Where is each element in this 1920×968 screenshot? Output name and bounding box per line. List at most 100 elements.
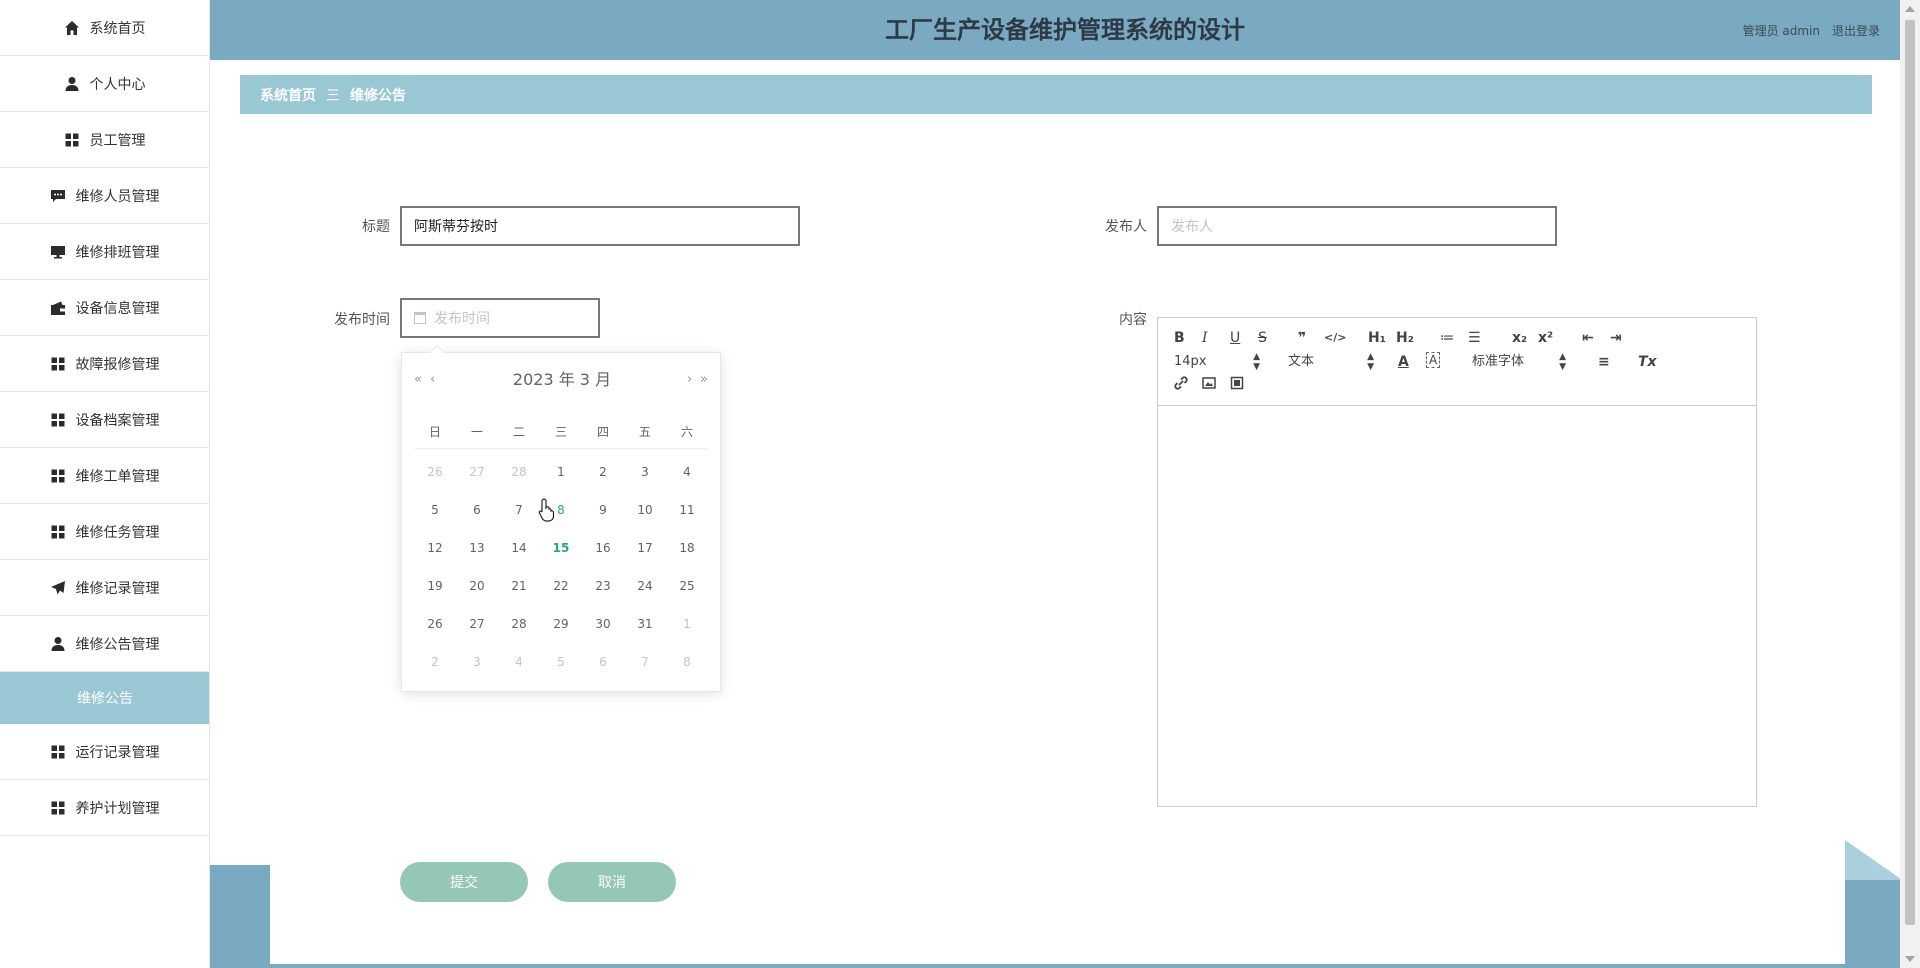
date-cell[interactable]: 25 xyxy=(666,567,708,605)
date-cell[interactable]: 4 xyxy=(498,643,540,681)
date-cell[interactable]: 2 xyxy=(582,453,624,491)
date-cell[interactable]: 21 xyxy=(498,567,540,605)
logout-link[interactable]: 退出登录 xyxy=(1832,22,1880,39)
sidebar-item-after-2[interactable]: 养护计划管理 xyxy=(0,780,209,836)
sidebar-subitem-active[interactable]: 维修公告 xyxy=(0,672,209,724)
time-input[interactable]: 发布时间 xyxy=(400,298,600,338)
header2-button[interactable]: H₂ xyxy=(1396,328,1414,348)
align-button[interactable]: ≡ xyxy=(1598,352,1610,372)
sidebar-item-7[interactable]: 故障报修管理 xyxy=(0,336,209,392)
date-cell[interactable]: 7 xyxy=(624,643,666,681)
sidebar-item-8[interactable]: 设备档案管理 xyxy=(0,392,209,448)
sidebar-item-9[interactable]: 维修工单管理 xyxy=(0,448,209,504)
sidebar-item-3[interactable]: 员工管理 xyxy=(0,112,209,168)
date-cell[interactable]: 2 xyxy=(414,643,456,681)
date-cell[interactable]: 22 xyxy=(540,567,582,605)
sidebar-item-2[interactable]: 个人中心 xyxy=(0,56,209,112)
date-cell[interactable]: 18 xyxy=(666,529,708,567)
scroll-down-icon[interactable] xyxy=(1905,956,1915,962)
date-cell[interactable]: 16 xyxy=(582,529,624,567)
date-cell[interactable]: 26 xyxy=(414,453,456,491)
strike-button[interactable]: S xyxy=(1258,328,1267,348)
sidebar-item-5[interactable]: 维修排班管理 xyxy=(0,224,209,280)
date-cell[interactable]: 31 xyxy=(624,605,666,643)
date-cell[interactable]: 12 xyxy=(414,529,456,567)
date-cell[interactable]: 9 xyxy=(582,491,624,529)
image-button[interactable] xyxy=(1202,376,1216,396)
code-block-button[interactable]: </> xyxy=(1324,328,1346,348)
prev-year-icon[interactable]: « xyxy=(414,365,422,395)
date-cell[interactable]: 27 xyxy=(456,453,498,491)
date-picker-header: 2023 年 3 月 « ‹ › » xyxy=(402,365,722,395)
date-cell[interactable]: 6 xyxy=(456,491,498,529)
publisher-input[interactable]: 发布人 xyxy=(1157,206,1557,246)
editor-body[interactable] xyxy=(1158,407,1756,806)
cancel-button[interactable]: 取消 xyxy=(548,862,676,902)
background-color-button[interactable]: A xyxy=(1426,352,1441,368)
date-cell[interactable]: 15 xyxy=(540,529,582,567)
sidebar-item-6[interactable]: 设备信息管理 xyxy=(0,280,209,336)
date-cell[interactable]: 6 xyxy=(582,643,624,681)
outdent-button[interactable]: ⇤ xyxy=(1582,328,1594,348)
date-cell[interactable]: 20 xyxy=(456,567,498,605)
date-cell[interactable]: 1 xyxy=(666,605,708,643)
date-cell[interactable]: 28 xyxy=(498,453,540,491)
prev-month-icon[interactable]: ‹ xyxy=(430,365,435,395)
date-cell[interactable]: 24 xyxy=(624,567,666,605)
scroll-up-icon[interactable] xyxy=(1905,6,1915,12)
subscript-button[interactable]: x₂ xyxy=(1512,328,1527,348)
date-cell[interactable]: 10 xyxy=(624,491,666,529)
italic-button[interactable]: I xyxy=(1202,328,1208,348)
clean-format-button[interactable]: Tx xyxy=(1638,352,1657,372)
page-scrollbar[interactable] xyxy=(1900,0,1920,968)
date-picker: 2023 年 3 月 « ‹ › » 日一二三四五六 26 27 28 1 2 3 4 5 6 7… xyxy=(401,344,722,692)
date-cell[interactable]: 27 xyxy=(456,605,498,643)
submit-button[interactable]: 提交 xyxy=(400,862,528,902)
sidebar-item-10[interactable]: 维修任务管理 xyxy=(0,504,209,560)
date-cell[interactable]: 8 xyxy=(666,643,708,681)
date-cell[interactable]: 29 xyxy=(540,605,582,643)
font-color-button[interactable]: A xyxy=(1398,352,1409,372)
date-cell[interactable]: 17 xyxy=(624,529,666,567)
date-cell[interactable]: 7 xyxy=(498,491,540,529)
date-cell[interactable]: 5 xyxy=(414,491,456,529)
date-cell[interactable]: 19 xyxy=(414,567,456,605)
date-cell[interactable]: 4 xyxy=(666,453,708,491)
bullet-list-button[interactable]: ☰ xyxy=(1468,328,1481,348)
user-label: 管理员 admin xyxy=(1742,23,1820,38)
date-cell[interactable]: 1 xyxy=(540,453,582,491)
date-cell[interactable]: 11 xyxy=(666,491,708,529)
ordered-list-button[interactable]: ≔ xyxy=(1440,328,1454,348)
breadcrumb-home[interactable]: 系统首页 xyxy=(260,85,316,105)
quote-button[interactable]: ❞ xyxy=(1298,328,1306,348)
font-family-select[interactable]: 标准字体 ▲ ▼ xyxy=(1472,352,1566,372)
superscript-button[interactable]: x² xyxy=(1538,328,1553,348)
indent-button[interactable]: ⇥ xyxy=(1610,328,1622,348)
scroll-thumb[interactable] xyxy=(1905,20,1915,925)
date-cell[interactable]: 30 xyxy=(582,605,624,643)
link-button[interactable] xyxy=(1174,376,1188,396)
date-cell[interactable]: 5 xyxy=(540,643,582,681)
font-size-select[interactable]: 14px ▲ ▼ xyxy=(1174,352,1260,372)
date-cell[interactable]: 28 xyxy=(498,605,540,643)
sidebar-item-12[interactable]: 维修公告管理 xyxy=(0,616,209,672)
bold-button[interactable]: B xyxy=(1174,328,1185,348)
header1-button[interactable]: H₁ xyxy=(1368,328,1386,348)
sidebar-item-11[interactable]: 维修记录管理 xyxy=(0,560,209,616)
date-cell[interactable]: 3 xyxy=(456,643,498,681)
header-select[interactable]: 文本 ▲ ▼ xyxy=(1288,352,1374,372)
sidebar-item-after-1[interactable]: 运行记录管理 xyxy=(0,724,209,780)
date-cell[interactable]: 23 xyxy=(582,567,624,605)
sidebar-item-1[interactable]: 系统首页 xyxy=(0,0,209,56)
sidebar-item-label: 维修公告管理 xyxy=(75,636,160,653)
date-cell[interactable]: 26 xyxy=(414,605,456,643)
title-input[interactable]: 阿斯蒂芬按时 xyxy=(400,206,800,246)
date-cell[interactable]: 3 xyxy=(624,453,666,491)
video-button[interactable] xyxy=(1230,376,1244,396)
next-month-icon[interactable]: › xyxy=(687,365,692,395)
next-year-icon[interactable]: » xyxy=(700,365,708,395)
sidebar-item-4[interactable]: 维修人员管理 xyxy=(0,168,209,224)
date-cell[interactable]: 14 xyxy=(498,529,540,567)
underline-button[interactable]: U xyxy=(1230,328,1240,348)
date-cell[interactable]: 13 xyxy=(456,529,498,567)
